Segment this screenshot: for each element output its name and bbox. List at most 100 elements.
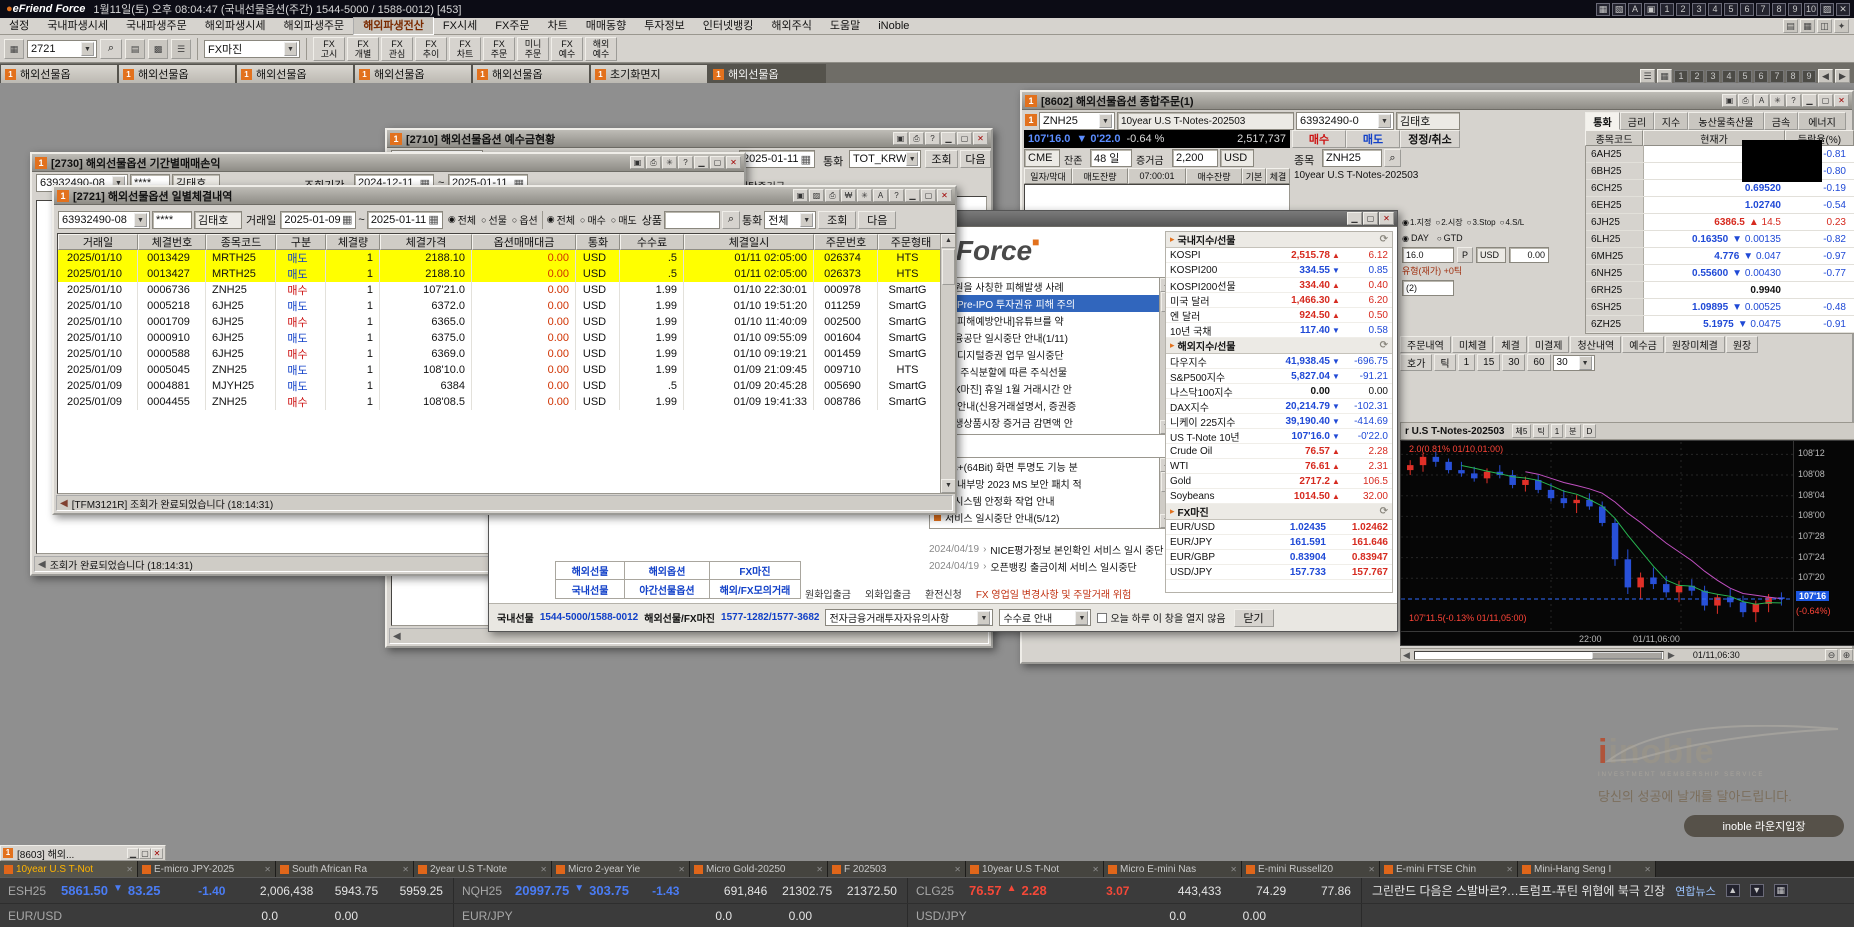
toolbar-button-FX예수[interactable]: FX예수 <box>551 37 583 61</box>
quote-row[interactable]: 6CH250.69520-0.19 <box>1586 180 1854 197</box>
category-tab[interactable]: 통화 <box>1585 112 1620 130</box>
window-titlebar[interactable]: 1 [8602] 해외선물옵션 종합주문(1) ▣⎙A✳? ▁▢✕ <box>1022 92 1852 110</box>
close-button[interactable]: ✕ <box>1834 94 1849 107</box>
query-button[interactable]: 조회 <box>925 150 958 168</box>
account-combo[interactable]: 63932490-08▼ <box>58 211 150 229</box>
zoom-out-icon[interactable]: ⊖ <box>1825 649 1838 661</box>
fx-rate-row[interactable]: EUR/USD1.024351.02462 <box>1166 520 1392 535</box>
toolbar-grid-icon[interactable]: ▦ <box>4 39 24 59</box>
maximize-button[interactable]: ▢ <box>921 189 936 202</box>
symbol-tab[interactable]: F 202503✕ <box>828 861 966 877</box>
notice-item[interactable]: 파생상품시장 증거금 감면액 안 <box>930 414 1172 431</box>
tabrow-icon[interactable]: ▦ <box>1657 69 1672 83</box>
section-tab[interactable]: 원장 <box>1726 336 1758 353</box>
print-icon[interactable]: ⎙ <box>909 132 924 145</box>
table-row[interactable]: 2025/01/090004455ZNH25매수1108'08.50.00USD… <box>58 394 955 410</box>
interval-button[interactable]: 1 <box>1458 354 1476 371</box>
symbol-tab[interactable]: Micro E-mini Nas✕ <box>1104 861 1242 877</box>
workspace-button-7[interactable]: 7 <box>1756 3 1770 16</box>
notice-item[interactable]: 정 Pre-IPO 투자권유 피해 주의 <box>930 295 1172 312</box>
titlebar-tool-icon[interactable]: ▦ <box>1596 3 1610 16</box>
notice-item[interactable]: 정 안내(신용거래설명서, 증권증 <box>930 397 1172 414</box>
date-to-field[interactable]: 2025-01-11▦ <box>367 211 443 229</box>
document-tab[interactable]: 1초기화면지 <box>590 64 708 83</box>
settings-icon[interactable]: ✳ <box>662 156 677 169</box>
column-header[interactable]: 거래일 <box>58 234 138 250</box>
refresh-icon[interactable]: ⟳ <box>1380 340 1388 351</box>
order-type-radio[interactable]: ◉1.지정 <box>1402 217 1431 228</box>
minimize-button[interactable]: ▁ <box>1802 94 1817 107</box>
help-icon[interactable]: ? <box>889 189 904 202</box>
popup-link[interactable]: 외화입출금 <box>865 586 911 601</box>
quote-row[interactable]: 6JH256386.5▲ 14.50.23 <box>1586 214 1854 231</box>
currency-combo[interactable]: TOT_KRW▼ <box>849 150 921 168</box>
titlebar-tool-icon[interactable]: ▣ <box>1644 3 1658 16</box>
maximize-button[interactable]: ▢ <box>1363 212 1378 225</box>
currency-combo[interactable]: 전체▼ <box>764 211 816 229</box>
symbol-tab[interactable]: E-mini FTSE Chin✕ <box>1380 861 1518 877</box>
menu-item[interactable]: FX시세 <box>434 18 486 34</box>
chart-tool-button[interactable]: 분 <box>1565 424 1580 438</box>
quote-row[interactable]: 6SH251.09895▼ 0.00525-0.48 <box>1586 299 1854 316</box>
pin-icon[interactable]: ▣ <box>1722 94 1737 107</box>
tab-number-4[interactable]: 4 <box>1722 70 1736 83</box>
scroll-down-icon[interactable]: ▼ <box>941 479 956 493</box>
column-header[interactable]: 통화 <box>576 234 620 250</box>
close-icon[interactable]: ✕ <box>816 865 823 874</box>
product-field[interactable] <box>664 211 720 229</box>
minimize-button[interactable]: ▁ <box>905 189 920 202</box>
notice-item[interactable]: lus+(64Bit) 화면 투명도 기능 분 <box>930 458 1172 475</box>
menu-item[interactable]: 국내파생주문 <box>117 18 196 34</box>
index-row[interactable]: US T-Note 10년107'16.0▼-0'22.0 <box>1166 429 1392 444</box>
column-header[interactable]: 구분 <box>276 234 326 250</box>
symbol-tab[interactable]: 2year U.S T-Note✕ <box>414 861 552 877</box>
type-filter-radio[interactable]: ◉전체 <box>448 212 476 227</box>
index-row[interactable]: 다우지수41,938.45▼-696.75 <box>1166 354 1392 369</box>
scroll-left-icon[interactable]: ◀ <box>38 559 46 570</box>
column-header[interactable]: 종목코드 <box>206 234 276 250</box>
order-type-radio[interactable]: ○4.S/L <box>1500 218 1525 227</box>
quote-row[interactable]: 6MH254.776▼ 0.047-0.97 <box>1586 248 1854 265</box>
order-type-radio[interactable]: ○2.시장 <box>1435 217 1462 228</box>
date-from-field[interactable]: 2025-01-09▦ <box>280 211 356 229</box>
password-field[interactable]: **** <box>152 211 192 229</box>
chevron-down-icon[interactable]: ▼ <box>284 42 297 56</box>
menu-item[interactable]: 해외파생시세 <box>196 18 275 34</box>
menu-item[interactable]: 투자정보 <box>635 18 693 34</box>
menu-item[interactable]: 해외파생주문 <box>274 18 353 34</box>
index-row[interactable]: WTI76.61▲2.31 <box>1166 459 1392 474</box>
price-chart[interactable]: 108'12108'08108'04108'00107'28107'24107'… <box>1400 440 1854 632</box>
symbol-tab[interactable]: South African Ra✕ <box>276 861 414 877</box>
chevron-down-icon[interactable]: ▼ <box>1579 356 1592 370</box>
index-row[interactable]: 미국 달러1,466.30▲6.20 <box>1166 293 1392 308</box>
close-icon[interactable]: ✕ <box>1506 865 1513 874</box>
fee-info-combo[interactable]: 수수료 안내▼ <box>999 609 1091 626</box>
window-titlebar[interactable]: 1 [2721] 해외선물옵션 일별체결내역 ▣▨⎙₩✳A? ▁▢✕ <box>54 187 955 205</box>
interval-button[interactable]: 30 <box>1502 354 1525 371</box>
toolbar-button-FX차트[interactable]: FX차트 <box>449 37 481 61</box>
order-price-field[interactable]: 16.0 <box>1402 247 1454 263</box>
category-combo[interactable]: FX마진▼ <box>204 40 300 58</box>
tab-number-2[interactable]: 2 <box>1690 70 1704 83</box>
popup-menu-item[interactable]: 야간선물옵션 <box>625 580 710 599</box>
interval-combo[interactable]: 30▼ <box>1553 355 1595 371</box>
menu-item[interactable]: 도움말 <box>821 18 869 34</box>
toolbar-button-FX고시[interactable]: FX고시 <box>313 37 345 61</box>
popup-menu-item[interactable]: 해외선물 <box>555 561 625 580</box>
category-tab[interactable]: 금속 <box>1764 112 1798 130</box>
quote-row[interactable]: 6RH250.9940 <box>1586 282 1854 299</box>
tabrow-icon[interactable]: ☰ <box>1640 69 1655 83</box>
notice-item[interactable]: 직원을 사칭한 피해발생 사례 <box>930 278 1172 295</box>
menu-item[interactable]: FX주문 <box>486 18 538 34</box>
document-tab[interactable]: 1해외선물옵 <box>118 64 236 83</box>
column-header[interactable]: 체결번호 <box>138 234 206 250</box>
workspace-button-3[interactable]: 3 <box>1692 3 1706 16</box>
font-icon[interactable]: A <box>1754 94 1769 107</box>
document-tab[interactable]: 1해외선물옵 <box>236 64 354 83</box>
help-icon[interactable]: ? <box>1786 94 1801 107</box>
popup-menu-item[interactable]: 국내선물 <box>555 580 625 599</box>
workspace-button-6[interactable]: 6 <box>1740 3 1754 16</box>
toolbar-button-미니주문[interactable]: 미니주문 <box>517 37 549 61</box>
interval-button[interactable]: 15 <box>1477 354 1500 371</box>
close-icon[interactable]: ✕ <box>1644 865 1651 874</box>
